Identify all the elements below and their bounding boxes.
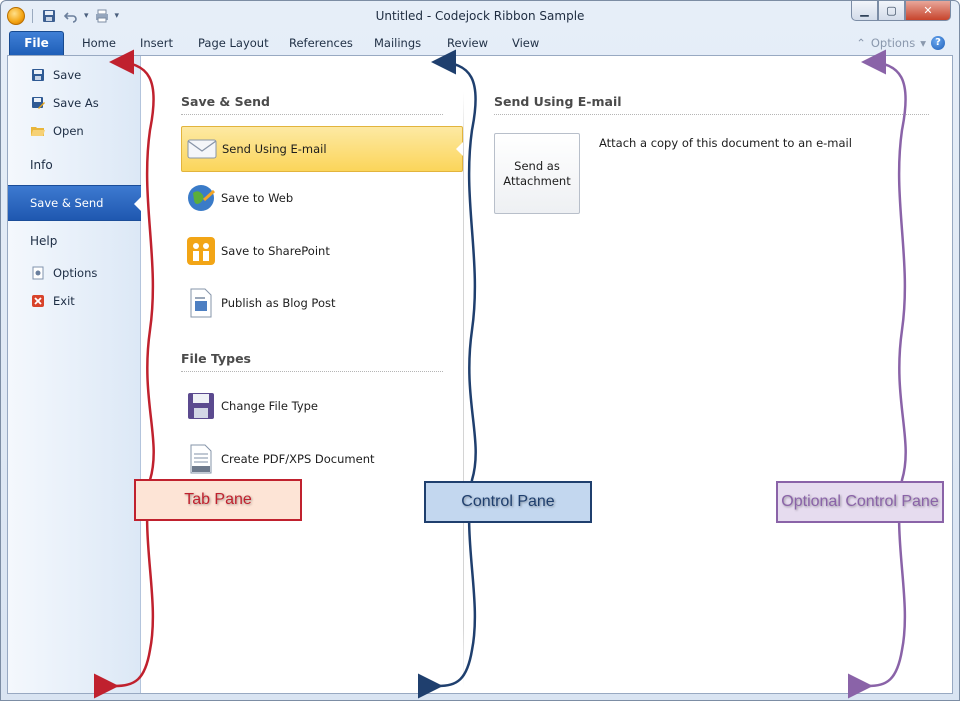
save-to-web-label: Save to Web: [221, 191, 294, 205]
backstage-tab-pane: Save Save As Open Info Save & Send Help: [8, 56, 142, 693]
selection-notch: [456, 142, 463, 156]
close-button[interactable]: ✕: [905, 1, 951, 21]
create-pdf-xps-label: Create PDF/XPS Document: [221, 452, 375, 466]
save-send-section-title: Save & Send: [181, 94, 270, 109]
file-types-section-title: File Types: [181, 351, 251, 366]
publish-blog-post-button[interactable]: Publish as Blog Post: [181, 280, 463, 326]
create-pdf-xps-button[interactable]: Create PDF/XPS Document: [181, 436, 463, 482]
ribbon-options-area: ⌃ Options ▾ ?: [856, 36, 945, 50]
email-envelope-icon: [186, 133, 218, 165]
tab-mailings[interactable]: Mailings: [374, 36, 421, 50]
options-menu[interactable]: Options: [871, 36, 915, 50]
floppy-disk-icon: [185, 390, 217, 422]
send-as-attachment-label: Send as Attachment: [503, 158, 571, 188]
window-controls: ▁ ▢ ✕: [851, 1, 951, 21]
send-as-attachment-button[interactable]: Send as Attachment: [494, 133, 580, 214]
section-divider: [181, 114, 443, 115]
pane-divider: [463, 92, 464, 687]
save-to-sharepoint-label: Save to SharePoint: [221, 244, 330, 258]
save-icon: [30, 67, 46, 83]
send-using-email-button[interactable]: Send Using E-mail: [181, 126, 463, 172]
exit-icon: [30, 293, 46, 309]
tab-insert[interactable]: Insert: [140, 36, 173, 50]
send-email-title: Send Using E-mail: [494, 94, 622, 109]
maximize-button[interactable]: ▢: [878, 1, 905, 21]
globe-icon: [185, 182, 217, 214]
sharepoint-icon: [185, 235, 217, 267]
nav-help[interactable]: Help: [8, 230, 141, 252]
nav-open-label: Open: [53, 124, 84, 138]
blog-post-icon: [185, 287, 217, 319]
attachment-description: Attach a copy of this document to an e-m…: [599, 136, 852, 150]
app-window: ▾ ▾ Untitled - Codejock Ribbon Sample ▁ …: [0, 0, 960, 701]
section-divider: [181, 371, 443, 372]
save-to-web-button[interactable]: Save to Web: [181, 175, 463, 221]
nav-options[interactable]: Options: [8, 262, 141, 284]
nav-save-as[interactable]: Save As: [8, 92, 141, 114]
control-pane-label: Control Pane: [424, 481, 592, 523]
nav-save-as-label: Save As: [53, 96, 99, 110]
nav-open[interactable]: Open: [8, 120, 141, 142]
window-title: Untitled - Codejock Ribbon Sample: [375, 9, 585, 23]
tab-review[interactable]: Review: [447, 36, 488, 50]
chevron-down-icon[interactable]: ▾: [920, 36, 926, 50]
nav-save-and-send-label: Save & Send: [30, 196, 104, 210]
change-file-type-label: Change File Type: [221, 399, 318, 413]
publish-blog-post-label: Publish as Blog Post: [221, 296, 336, 310]
optional-pane-label: Optional Control Pane: [776, 481, 944, 523]
tab-file[interactable]: File: [9, 31, 64, 55]
title-bar: ▾ ▾ Untitled - Codejock Ribbon Sample ▁ …: [1, 1, 959, 31]
tab-page-layout[interactable]: Page Layout: [198, 36, 269, 50]
send-using-email-label: Send Using E-mail: [222, 142, 327, 156]
ribbon-tab-row: File Home Insert Page Layout References …: [1, 31, 959, 55]
options-icon: [30, 265, 46, 281]
open-folder-icon: [30, 123, 46, 139]
selection-notch: [134, 196, 142, 212]
pdf-document-icon: [185, 443, 217, 475]
nav-save-label: Save: [53, 68, 82, 82]
save-as-icon: [30, 95, 46, 111]
change-file-type-button[interactable]: Change File Type: [181, 383, 463, 429]
nav-save[interactable]: Save: [8, 64, 141, 86]
minimize-button[interactable]: ▁: [851, 1, 878, 21]
nav-save-and-send[interactable]: Save & Send: [8, 185, 142, 221]
backstage-view: Save Save As Open Info Save & Send Help: [7, 55, 953, 694]
nav-exit-label: Exit: [53, 294, 75, 308]
tab-references[interactable]: References: [289, 36, 353, 50]
nav-options-label: Options: [53, 266, 98, 280]
tab-view[interactable]: View: [512, 36, 539, 50]
nav-info[interactable]: Info: [8, 154, 141, 176]
tab-home[interactable]: Home: [82, 36, 116, 50]
save-to-sharepoint-button[interactable]: Save to SharePoint: [181, 228, 463, 274]
help-icon[interactable]: ?: [931, 36, 945, 50]
ribbon-minimize-icon[interactable]: ⌃: [856, 36, 866, 50]
section-divider: [494, 114, 929, 115]
nav-exit[interactable]: Exit: [8, 290, 141, 312]
tab-pane-label: Tab Pane: [134, 479, 302, 521]
